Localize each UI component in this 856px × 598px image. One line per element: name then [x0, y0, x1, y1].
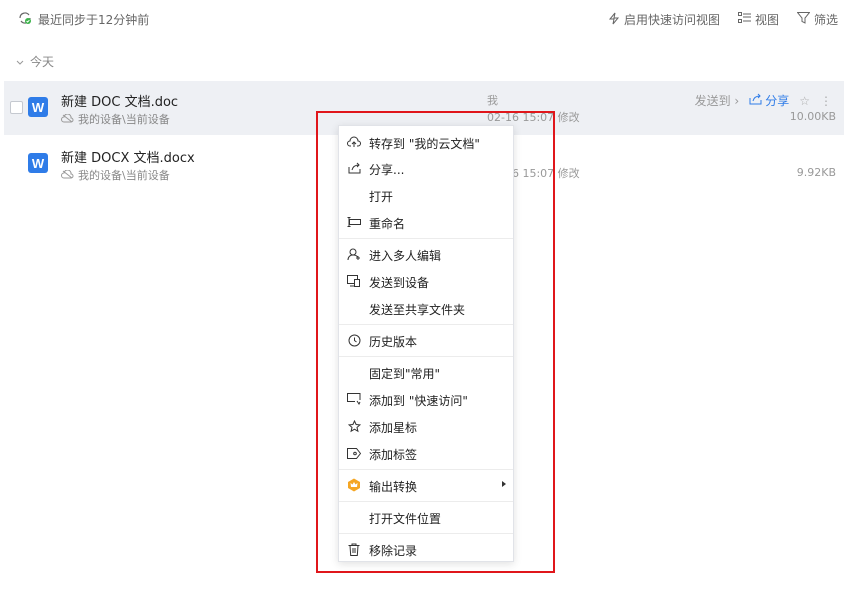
share-icon	[749, 93, 762, 108]
cloud-icon	[61, 169, 74, 182]
file-name[interactable]: 新建 DOC 文档.doc	[61, 91, 178, 110]
word-doc-icon: W	[28, 153, 48, 173]
devices-icon	[347, 274, 361, 288]
menu-label: 添加到 "快速访问"	[369, 394, 468, 408]
trash-icon	[347, 542, 361, 556]
menu-label: 分享...	[369, 163, 405, 177]
menu-item-add-star[interactable]: 添加星标	[339, 413, 513, 440]
filter-label: 筛选	[813, 13, 838, 27]
view-button[interactable]: 视图	[737, 11, 779, 28]
menu-item-add-tag[interactable]: 添加标签	[339, 440, 513, 467]
share-button[interactable]: 分享	[749, 92, 789, 109]
list-view-icon	[737, 12, 751, 27]
menu-divider	[339, 324, 513, 325]
filter-icon	[796, 12, 811, 27]
add-user-icon	[347, 247, 361, 261]
file-name[interactable]: 新建 DOCX 文档.docx	[61, 147, 195, 166]
menu-item-share[interactable]: 分享...	[339, 155, 513, 182]
group-header-today[interactable]: 今天	[16, 53, 54, 70]
menu-divider	[339, 501, 513, 502]
rename-icon	[347, 215, 361, 229]
file-location: 我的设备\当前设备	[61, 111, 170, 127]
filter-button[interactable]: 筛选	[796, 11, 838, 28]
menu-item-open-location[interactable]: 打开文件位置	[339, 504, 513, 531]
menu-item-export[interactable]: 输出转换	[339, 472, 513, 499]
row-checkbox[interactable]	[10, 101, 23, 114]
menu-item-send-to-shared[interactable]: 发送至共享文件夹	[339, 295, 513, 322]
sync-text: 最近同步于12分钟前	[38, 13, 150, 27]
file-location-text: 我的设备\当前设备	[78, 169, 170, 182]
menu-item-save-to-cloud[interactable]: 转存到 "我的云文档"	[339, 129, 513, 156]
menu-label: 打开文件位置	[369, 512, 442, 526]
share-label: 分享	[765, 94, 790, 108]
file-size: 10.00KB	[789, 110, 836, 123]
menu-label: 移除记录	[369, 544, 418, 558]
menu-label: 进入多人编辑	[369, 249, 442, 263]
cloud-upload-icon	[347, 135, 361, 149]
menu-label: 固定到"常用"	[369, 367, 441, 381]
file-location: 我的设备\当前设备	[61, 167, 170, 183]
file-size: 9.92KB	[796, 166, 836, 179]
menu-item-send-to-device[interactable]: 发送到设备	[339, 268, 513, 295]
file-location-text: 我的设备\当前设备	[78, 113, 170, 126]
cloud-icon	[61, 113, 74, 126]
menu-label: 添加星标	[369, 421, 418, 435]
menu-label: 添加标签	[369, 448, 418, 462]
menu-item-rename[interactable]: 重命名	[339, 209, 513, 236]
file-owner: 我	[487, 94, 498, 107]
menu-divider	[339, 533, 513, 534]
tag-icon	[347, 446, 361, 460]
menu-item-open[interactable]: 打开	[339, 182, 513, 209]
menu-label: 转存到 "我的云文档"	[369, 137, 480, 151]
star-icon	[347, 419, 361, 433]
menu-item-remove[interactable]: 移除记录	[339, 536, 513, 563]
quick-access-icon	[347, 392, 361, 406]
group-label: 今天	[30, 55, 55, 69]
file-modified: 02-16 15:07 修改	[487, 111, 580, 124]
lightning-icon	[608, 12, 620, 28]
menu-divider	[339, 469, 513, 470]
menu-item-history[interactable]: 历史版本	[339, 327, 513, 354]
menu-label: 打开	[369, 190, 394, 204]
send-to-button[interactable]: 发送到 ›	[695, 92, 740, 109]
menu-label: 发送到设备	[369, 276, 430, 290]
menu-item-multi-edit[interactable]: 进入多人编辑	[339, 241, 513, 268]
quick-access-view-button[interactable]: 启用快速访问视图	[608, 11, 720, 28]
submenu-arrow-icon	[502, 481, 506, 487]
menu-label: 历史版本	[369, 335, 418, 349]
word-doc-icon: W	[28, 97, 48, 117]
star-icon[interactable]: ☆	[799, 94, 810, 108]
menu-item-pin[interactable]: 固定到"常用"	[339, 359, 513, 386]
top-bar: 最近同步于12分钟前 启用快速访问视图 视图 筛选	[0, 0, 856, 38]
menu-label: 发送至共享文件夹	[369, 303, 466, 317]
context-menu: 转存到 "我的云文档" 分享... 打开 重命名 进入多人编辑 发送到设备 发送…	[338, 125, 514, 562]
menu-divider	[339, 356, 513, 357]
clock-icon	[347, 333, 361, 347]
menu-item-add-quick-access[interactable]: 添加到 "快速访问"	[339, 386, 513, 413]
menu-divider	[339, 238, 513, 239]
menu-label: 重命名	[369, 217, 406, 231]
quick-access-label: 启用快速访问视图	[623, 13, 720, 27]
share-icon	[347, 161, 361, 175]
sync-status: 最近同步于12分钟前	[18, 11, 149, 28]
menu-label: 输出转换	[369, 480, 418, 494]
more-icon[interactable]: ⋮	[820, 94, 832, 108]
send-to-label: 发送到	[694, 94, 731, 108]
chevron-down-icon	[16, 55, 24, 69]
view-label: 视图	[754, 13, 779, 27]
sync-icon	[18, 11, 32, 28]
crown-badge-icon	[347, 478, 361, 492]
